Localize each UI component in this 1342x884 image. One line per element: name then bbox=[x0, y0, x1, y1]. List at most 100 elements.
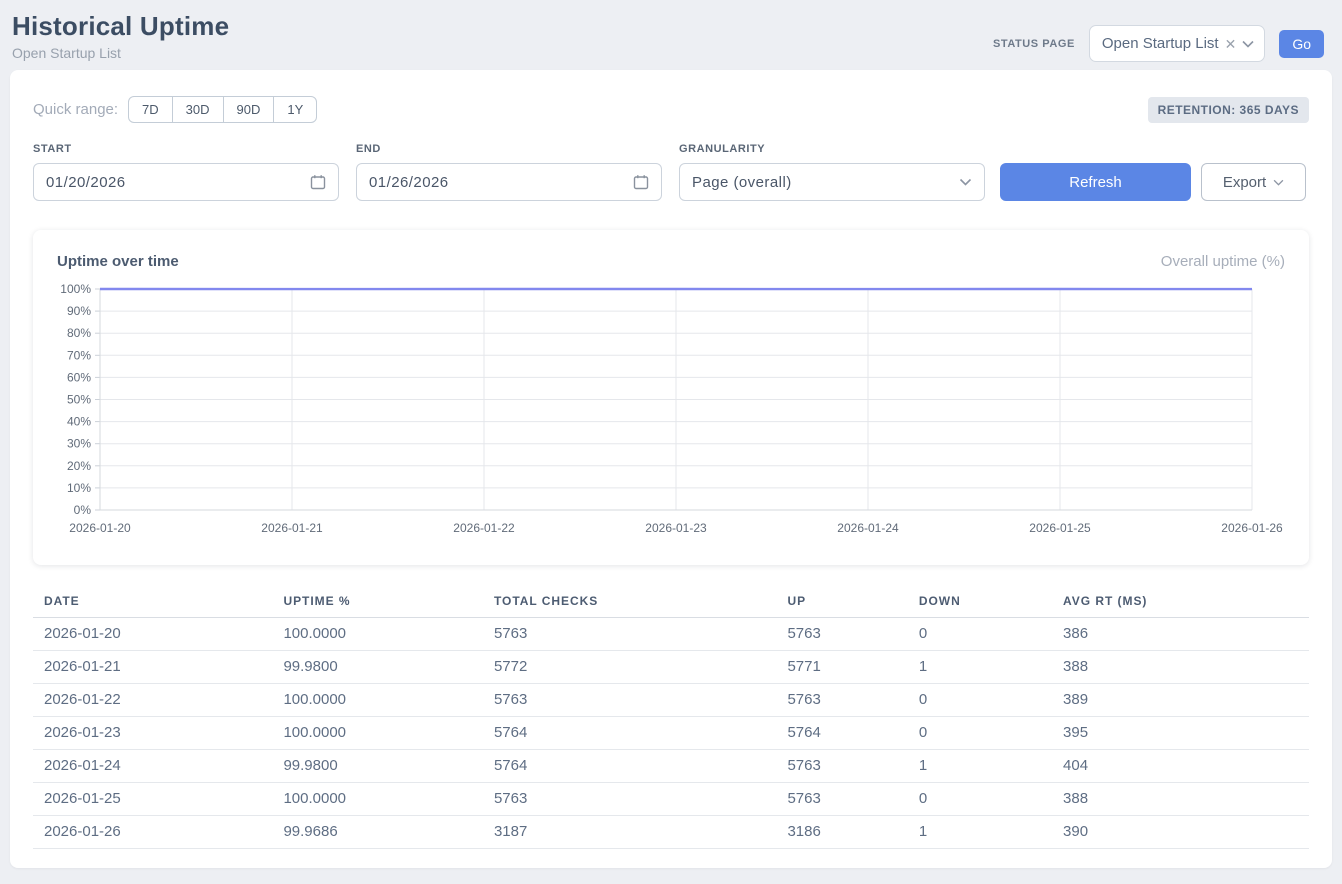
calendar-icon[interactable] bbox=[310, 174, 326, 190]
end-date-label: END bbox=[356, 143, 662, 155]
cell-date: 2026-01-26 bbox=[33, 816, 275, 849]
table-row: 2026-01-2699.9686318731861390 bbox=[33, 816, 1309, 849]
cell-total-checks: 5764 bbox=[486, 750, 779, 783]
granularity-label: GRANULARITY bbox=[679, 143, 985, 155]
svg-text:20%: 20% bbox=[67, 459, 91, 473]
status-page-label: STATUS PAGE bbox=[993, 38, 1075, 50]
chart-header: Uptime over time Overall uptime (%) bbox=[33, 230, 1309, 270]
granularity-selected-value: Page (overall) bbox=[692, 174, 792, 191]
calendar-icon[interactable] bbox=[633, 174, 649, 190]
cell-uptime: 100.0000 bbox=[275, 684, 486, 717]
page-title: Historical Uptime bbox=[12, 11, 229, 42]
granularity-select[interactable]: Page (overall) bbox=[679, 163, 985, 201]
cell-up: 5764 bbox=[779, 717, 910, 750]
main-panel: Quick range: 7D 30D 90D 1Y RETENTION: 36… bbox=[10, 70, 1332, 868]
cell-up: 5763 bbox=[779, 618, 910, 651]
table-row: 2026-01-2499.9800576457631404 bbox=[33, 750, 1309, 783]
cell-uptime: 99.9800 bbox=[275, 750, 486, 783]
svg-text:10%: 10% bbox=[67, 481, 91, 495]
column-header-total-checks: TOTAL CHECKS bbox=[486, 588, 779, 618]
start-date-field: START 01/20/2026 bbox=[33, 143, 339, 201]
svg-text:2026-01-25: 2026-01-25 bbox=[1029, 521, 1091, 535]
cell-down: 1 bbox=[911, 651, 1055, 684]
header-controls: STATUS PAGE Open Startup List ✕ Go bbox=[993, 25, 1324, 62]
cell-down: 0 bbox=[911, 783, 1055, 816]
cell-down: 0 bbox=[911, 717, 1055, 750]
cell-down: 0 bbox=[911, 618, 1055, 651]
table-row: 2026-01-25100.0000576357630388 bbox=[33, 783, 1309, 816]
quick-range-7d-button[interactable]: 7D bbox=[128, 96, 173, 123]
cell-up: 3186 bbox=[779, 816, 910, 849]
cell-date: 2026-01-23 bbox=[33, 717, 275, 750]
uptime-chart-card: Uptime over time Overall uptime (%) 0% 10… bbox=[33, 230, 1309, 565]
granularity-field: GRANULARITY Page (overall) bbox=[679, 143, 985, 201]
cell-avg-rt: 404 bbox=[1055, 750, 1309, 783]
chevron-down-icon bbox=[1273, 179, 1284, 186]
svg-text:2026-01-22: 2026-01-22 bbox=[453, 521, 515, 535]
svg-text:2026-01-23: 2026-01-23 bbox=[645, 521, 707, 535]
go-button[interactable]: Go bbox=[1279, 30, 1324, 58]
filter-row: START 01/20/2026 END 01/26/2026 bbox=[33, 143, 1309, 201]
page-subtitle: Open Startup List bbox=[12, 45, 229, 61]
export-button-label: Export bbox=[1223, 174, 1266, 191]
refresh-button[interactable]: Refresh bbox=[1000, 163, 1191, 201]
status-page-select[interactable]: Open Startup List ✕ bbox=[1089, 25, 1265, 62]
cell-up: 5771 bbox=[779, 651, 910, 684]
quick-range-90d-button[interactable]: 90D bbox=[223, 96, 275, 123]
cell-date: 2026-01-24 bbox=[33, 750, 275, 783]
clear-selection-icon[interactable]: ✕ bbox=[1225, 37, 1237, 51]
end-date-input[interactable]: 01/26/2026 bbox=[356, 163, 662, 201]
svg-text:2026-01-21: 2026-01-21 bbox=[261, 521, 323, 535]
start-date-label: START bbox=[33, 143, 339, 155]
cell-down: 0 bbox=[911, 684, 1055, 717]
chart-legend: Overall uptime (%) bbox=[1161, 253, 1285, 270]
cell-avg-rt: 386 bbox=[1055, 618, 1309, 651]
start-date-input[interactable]: 01/20/2026 bbox=[33, 163, 339, 201]
cell-up: 5763 bbox=[779, 783, 910, 816]
column-header-date: DATE bbox=[33, 588, 275, 618]
cell-uptime: 100.0000 bbox=[275, 783, 486, 816]
end-date-field: END 01/26/2026 bbox=[356, 143, 662, 201]
svg-text:90%: 90% bbox=[67, 304, 91, 318]
cell-avg-rt: 395 bbox=[1055, 717, 1309, 750]
table-row: 2026-01-22100.0000576357630389 bbox=[33, 684, 1309, 717]
start-date-value: 01/20/2026 bbox=[46, 174, 126, 191]
cell-total-checks: 5772 bbox=[486, 651, 779, 684]
cell-uptime: 99.9686 bbox=[275, 816, 486, 849]
cell-up: 5763 bbox=[779, 750, 910, 783]
column-header-down: DOWN bbox=[911, 588, 1055, 618]
export-button[interactable]: Export bbox=[1201, 163, 1306, 201]
page-header: Historical Uptime Open Startup List STAT… bbox=[0, 0, 1342, 70]
cell-date: 2026-01-20 bbox=[33, 618, 275, 651]
table-header: DATE UPTIME % TOTAL CHECKS UP DOWN AVG R… bbox=[33, 588, 1309, 618]
cell-avg-rt: 388 bbox=[1055, 651, 1309, 684]
svg-text:0%: 0% bbox=[74, 503, 92, 517]
cell-down: 1 bbox=[911, 816, 1055, 849]
column-header-avg-rt: AVG RT (MS) bbox=[1055, 588, 1309, 618]
cell-total-checks: 5763 bbox=[486, 618, 779, 651]
cell-total-checks: 5764 bbox=[486, 717, 779, 750]
cell-date: 2026-01-25 bbox=[33, 783, 275, 816]
svg-text:60%: 60% bbox=[67, 370, 91, 384]
cell-date: 2026-01-21 bbox=[33, 651, 275, 684]
cell-date: 2026-01-22 bbox=[33, 684, 275, 717]
svg-text:70%: 70% bbox=[67, 348, 91, 362]
svg-text:100%: 100% bbox=[60, 282, 91, 296]
quick-range-1y-button[interactable]: 1Y bbox=[273, 96, 317, 123]
cell-uptime: 100.0000 bbox=[275, 717, 486, 750]
svg-text:2026-01-26: 2026-01-26 bbox=[1221, 521, 1283, 535]
cell-total-checks: 5763 bbox=[486, 684, 779, 717]
toolbar-row: Quick range: 7D 30D 90D 1Y RETENTION: 36… bbox=[33, 96, 1309, 123]
chevron-down-icon bbox=[1242, 40, 1254, 48]
column-header-up: UP bbox=[779, 588, 910, 618]
table-row: 2026-01-2199.9800577257711388 bbox=[33, 651, 1309, 684]
table-body: 2026-01-20100.00005763576303862026-01-21… bbox=[33, 618, 1309, 849]
quick-range-buttons: 7D 30D 90D 1Y bbox=[128, 96, 317, 123]
column-header-uptime: UPTIME % bbox=[275, 588, 486, 618]
quick-range-30d-button[interactable]: 30D bbox=[172, 96, 224, 123]
retention-badge: RETENTION: 365 DAYS bbox=[1148, 97, 1309, 123]
cell-uptime: 100.0000 bbox=[275, 618, 486, 651]
cell-avg-rt: 388 bbox=[1055, 783, 1309, 816]
uptime-line-chart: 0%10%20%30%40%50%60%70%80%90%100%2026-01… bbox=[33, 280, 1309, 562]
title-block: Historical Uptime Open Startup List bbox=[12, 11, 229, 61]
